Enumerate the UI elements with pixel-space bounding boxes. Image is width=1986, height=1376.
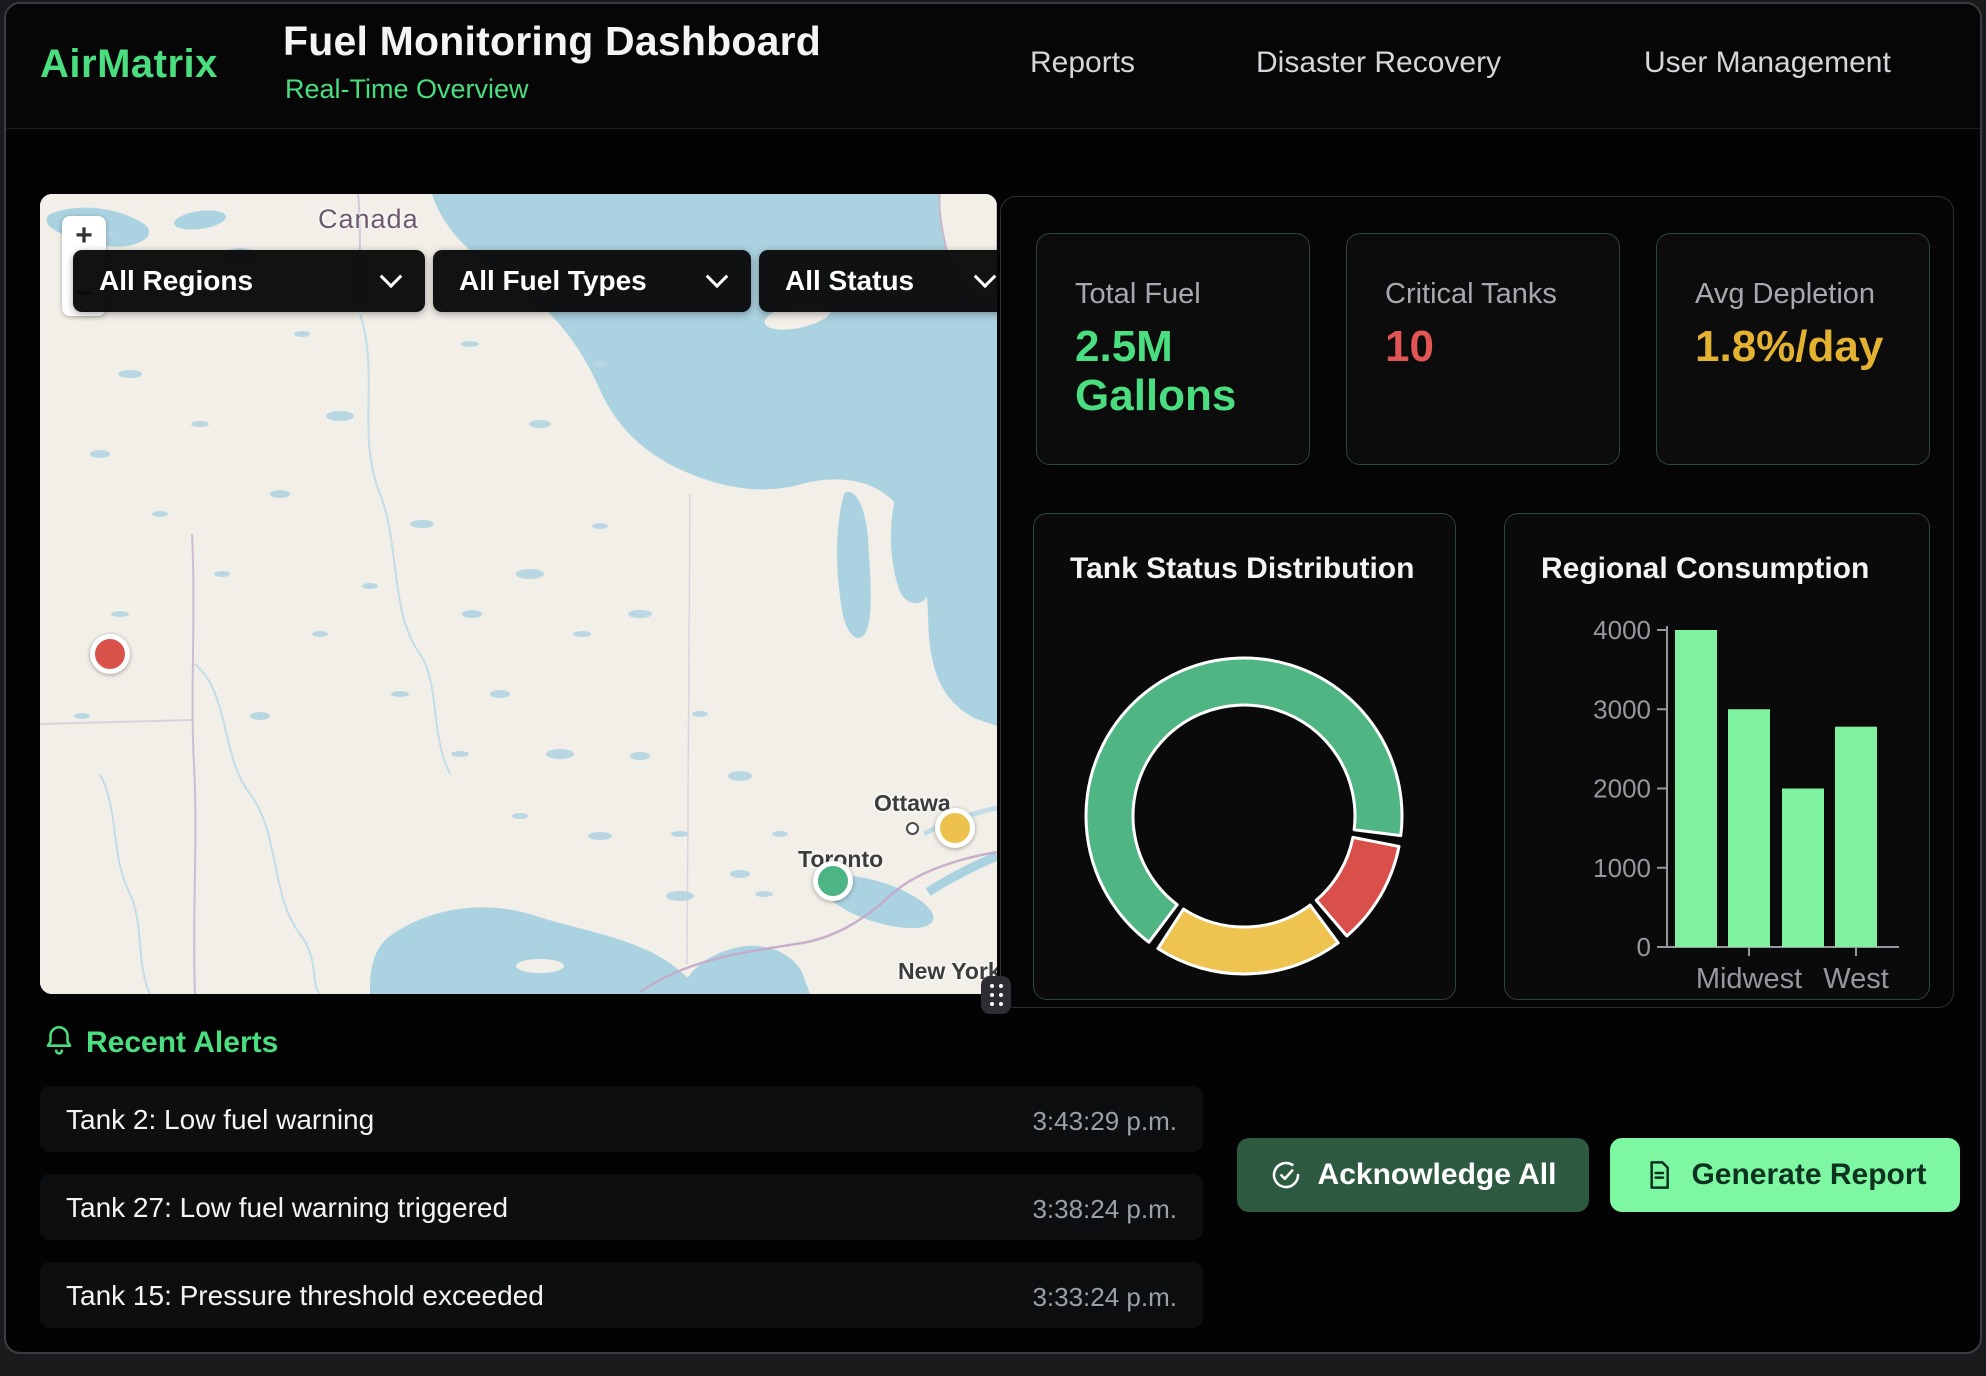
document-icon [1643, 1159, 1675, 1191]
acknowledge-all-label: Acknowledge All [1318, 1158, 1557, 1192]
stat-card-total-fuel: Total Fuel 2.5M Gallons [1036, 233, 1310, 465]
page-subtitle: Real-Time Overview [285, 74, 529, 105]
stat-card-critical-tanks: Critical Tanks 10 [1346, 233, 1620, 465]
screen: AirMatrix Fuel Monitoring Dashboard Real… [0, 0, 1986, 1376]
y-axis-tick: 4000 [1593, 615, 1651, 645]
y-axis-tick: 2000 [1593, 774, 1651, 804]
generate-report-button[interactable]: Generate Report [1610, 1138, 1960, 1212]
alert-timestamp: 3:38:24 p.m. [1032, 1194, 1177, 1225]
header: AirMatrix Fuel Monitoring Dashboard Real… [6, 4, 1980, 129]
regional-consumption-chart-card: Regional Consumption 0 1000 2000 3000 4000 Mi… [1504, 513, 1930, 1000]
donut-segment-warning [1158, 905, 1338, 974]
bar-region-1 [1675, 630, 1717, 947]
alert-message: Tank 27: Low fuel warning triggered [66, 1192, 508, 1224]
chart-title: Tank Status Distribution [1070, 552, 1414, 586]
generate-report-label: Generate Report [1691, 1158, 1926, 1192]
alerts-title: Recent Alerts [86, 1026, 278, 1060]
alert-row[interactable]: Tank 15: Pressure threshold exceeded 3:3… [40, 1262, 1203, 1328]
donut-chart [1034, 514, 1455, 999]
region-filter-value: All Regions [99, 265, 359, 297]
y-axis-tick: 0 [1637, 932, 1651, 962]
bar-Midwest [1728, 709, 1770, 947]
alert-timestamp: 3:33:24 p.m. [1032, 1282, 1177, 1313]
alert-message: Tank 15: Pressure threshold exceeded [66, 1280, 544, 1312]
bar-chart: 0 1000 2000 3000 4000 Midwest West [1505, 514, 1929, 999]
alert-row[interactable]: Tank 27: Low fuel warning triggered 3:38… [40, 1174, 1203, 1240]
y-axis-tick: 1000 [1593, 853, 1651, 883]
stat-value: 10 [1385, 322, 1590, 371]
nav-disaster-recovery[interactable]: Disaster Recovery [1256, 46, 1501, 80]
y-axis-tick: 3000 [1593, 694, 1651, 724]
map-filter-bar: All Regions All Fuel Types All Status [73, 250, 997, 312]
stat-card-avg-depletion: Avg Depletion 1.8%/day [1656, 233, 1930, 465]
bell-icon [42, 1022, 76, 1058]
fuel-type-filter-dropdown[interactable]: All Fuel Types [433, 250, 751, 312]
chart-title: Regional Consumption [1541, 552, 1869, 586]
acknowledge-all-button[interactable]: Acknowledge All [1237, 1138, 1589, 1212]
check-circle-icon [1270, 1159, 1302, 1191]
page-title: Fuel Monitoring Dashboard [283, 18, 821, 65]
map-panel[interactable]: CanadaOttawaTorontoNew York + − All Regi… [40, 194, 997, 994]
map-marker-critical[interactable] [90, 634, 130, 674]
brand-logo: AirMatrix [40, 42, 218, 87]
map-marker-normal[interactable] [813, 861, 853, 901]
stat-value: 1.8%/day [1695, 322, 1900, 371]
chevron-down-icon [706, 265, 729, 288]
stat-label: Total Fuel [1075, 278, 1201, 311]
bar-West [1835, 727, 1877, 947]
region-filter-dropdown[interactable]: All Regions [73, 250, 425, 312]
map-canvas [40, 194, 997, 994]
alert-message: Tank 2: Low fuel warning [66, 1104, 374, 1136]
x-axis-label: Midwest [1696, 963, 1802, 995]
status-filter-value: All Status [785, 265, 953, 297]
chevron-down-icon [380, 265, 403, 288]
donut-segment-critical [1316, 837, 1399, 936]
alert-row[interactable]: Tank 2: Low fuel warning 3:43:29 p.m. [40, 1086, 1203, 1152]
map-marker-warning[interactable] [935, 808, 975, 848]
nav-reports[interactable]: Reports [1030, 46, 1135, 80]
resize-grip[interactable] [981, 976, 1011, 1014]
metrics-panel: Total Fuel 2.5M Gallons Critical Tanks 1… [1000, 196, 1954, 1008]
stat-label: Critical Tanks [1385, 278, 1557, 311]
tank-status-chart-card: Tank Status Distribution [1033, 513, 1456, 1000]
nav-user-management[interactable]: User Management [1644, 46, 1891, 80]
bar-region-3 [1782, 789, 1824, 948]
alert-timestamp: 3:43:29 p.m. [1032, 1106, 1177, 1137]
chevron-down-icon [974, 265, 997, 288]
stat-value: 2.5M Gallons [1075, 322, 1280, 421]
stat-label: Avg Depletion [1695, 278, 1875, 311]
status-filter-dropdown[interactable]: All Status [759, 250, 997, 312]
dashboard-app: AirMatrix Fuel Monitoring Dashboard Real… [4, 2, 1982, 1354]
fuel-type-filter-value: All Fuel Types [459, 265, 685, 297]
x-axis-label: West [1823, 963, 1889, 995]
